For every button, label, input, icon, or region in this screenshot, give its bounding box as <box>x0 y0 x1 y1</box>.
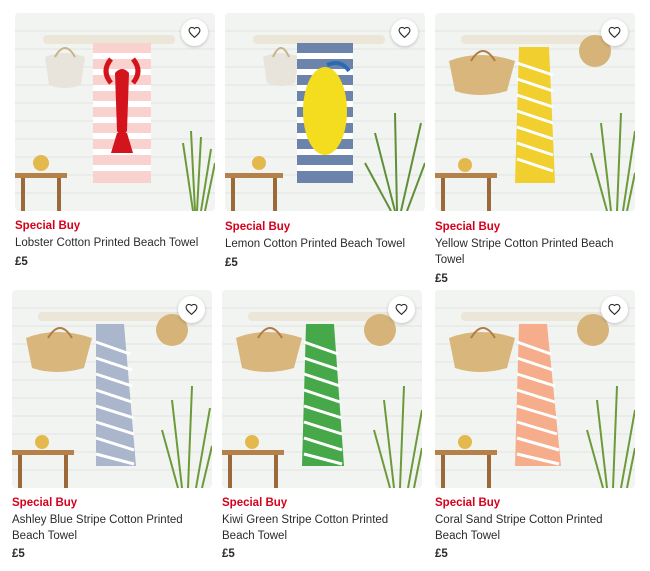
wishlist-button[interactable] <box>391 19 418 46</box>
product-name-link[interactable]: Ashley Blue Stripe Cotton Printed Beach … <box>12 512 212 544</box>
product-name-link[interactable]: Lobster Cotton Printed Beach Towel <box>15 235 215 251</box>
heart-outline-icon <box>608 303 621 316</box>
product-card-green-stripe[interactable]: Special Buy Kiwi Green Stripe Cotton Pri… <box>222 290 422 565</box>
wishlist-button[interactable] <box>388 296 415 323</box>
product-card-lobster[interactable]: Special Buy Lobster Cotton Printed Beach… <box>15 13 215 275</box>
heart-outline-icon <box>398 26 411 39</box>
heart-outline-icon <box>188 26 201 39</box>
special-buy-badge: Special Buy <box>435 497 501 509</box>
product-card-blue-stripe[interactable]: Special Buy Ashley Blue Stripe Cotton Pr… <box>12 290 212 565</box>
heart-outline-icon <box>395 303 408 316</box>
product-card-lemon[interactable]: Special Buy Lemon Cotton Printed Beach T… <box>225 13 425 275</box>
wishlist-button[interactable] <box>601 296 628 323</box>
product-price: £5 <box>12 548 25 560</box>
product-name-link[interactable]: Lemon Cotton Printed Beach Towel <box>225 236 425 252</box>
special-buy-badge: Special Buy <box>435 221 501 233</box>
wishlist-button[interactable] <box>178 296 205 323</box>
product-card-coral-stripe[interactable]: Special Buy Coral Sand Stripe Cotton Pri… <box>435 290 635 565</box>
heart-outline-icon <box>185 303 198 316</box>
heart-outline-icon <box>608 26 621 39</box>
special-buy-badge: Special Buy <box>222 497 288 509</box>
wishlist-button[interactable] <box>601 19 628 46</box>
special-buy-badge: Special Buy <box>15 220 81 232</box>
product-price: £5 <box>222 548 235 560</box>
product-name-link[interactable]: Coral Sand Stripe Cotton Printed Beach T… <box>435 512 635 544</box>
special-buy-badge: Special Buy <box>225 221 291 233</box>
product-price: £5 <box>15 256 28 268</box>
product-price: £5 <box>435 273 448 285</box>
product-card-yellow-stripe[interactable]: Special Buy Yellow Stripe Cotton Printed… <box>435 13 635 293</box>
special-buy-badge: Special Buy <box>12 497 78 509</box>
product-name-link[interactable]: Kiwi Green Stripe Cotton Printed Beach T… <box>222 512 422 544</box>
product-price: £5 <box>435 548 448 560</box>
product-price: £5 <box>225 257 238 269</box>
product-name-link[interactable]: Yellow Stripe Cotton Printed Beach Towel <box>435 236 635 268</box>
wishlist-button[interactable] <box>181 19 208 46</box>
